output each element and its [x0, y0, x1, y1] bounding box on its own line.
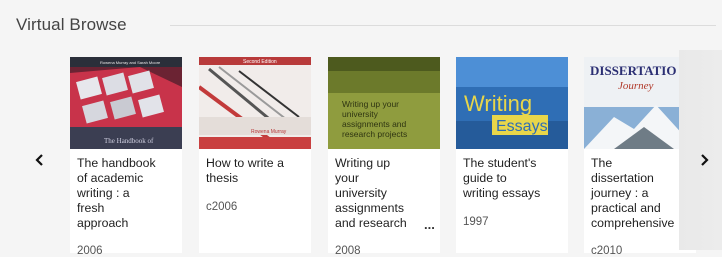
chevron-right-icon [701, 154, 709, 166]
chevron-left-icon [35, 154, 43, 166]
book-year: c2010 [591, 245, 623, 257]
more-ellipsis[interactable]: ... [424, 217, 435, 232]
svg-text:Journey: Journey [618, 80, 654, 92]
svg-text:Rowena Murray: Rowena Murray [251, 129, 287, 135]
book-cover[interactable]: Writing Essays [456, 57, 568, 149]
book-card[interactable]: Writing up your university assignments a… [328, 57, 440, 257]
svg-text:university: university [342, 109, 379, 119]
svg-text:DISSERTATIO: DISSERTATIO [590, 63, 676, 78]
book-title[interactable]: Writing up your university assignments a… [335, 156, 438, 231]
svg-text:Rowena Murray and Sarah Moore: Rowena Murray and Sarah Moore [100, 60, 161, 65]
svg-text:Second Edition: Second Edition [243, 59, 277, 65]
book-title[interactable]: The student's guide to writing essays [463, 156, 566, 201]
book-year: 1997 [463, 216, 489, 228]
section-title: Virtual Browse [16, 15, 127, 34]
header-divider [170, 25, 716, 26]
book-year: 2006 [77, 245, 103, 257]
book-year: 2008 [335, 245, 361, 257]
svg-text:Writing: Writing [464, 91, 532, 116]
svg-text:Writing up your: Writing up your [342, 99, 399, 109]
book-cover[interactable]: Writing up your university assignments a… [328, 57, 440, 149]
book-year: c2006 [206, 201, 238, 213]
book-carousel: Rowena Murray and Sarah Moore The Handbo… [0, 50, 722, 257]
svg-text:assignments and: assignments and [342, 119, 407, 129]
book-title[interactable]: The handbook of academic writing : a fre… [77, 156, 180, 231]
svg-text:Essays: Essays [496, 118, 548, 135]
next-button[interactable] [692, 148, 716, 172]
book-card[interactable]: Second Edition Rowena Murray How to writ… [199, 57, 311, 253]
virtual-browse-header: Virtual Browse [16, 15, 716, 39]
svg-text:The Handbook of: The Handbook of [104, 137, 154, 145]
prev-button[interactable] [28, 148, 52, 172]
book-cover[interactable]: Second Edition Rowena Murray [199, 57, 311, 149]
book-title[interactable]: How to write a thesis [206, 156, 309, 186]
svg-text:research projects: research projects [342, 129, 407, 139]
book-card[interactable]: Writing Essays The student's guide to wr… [456, 57, 568, 253]
book-card[interactable]: Rowena Murray and Sarah Moore The Handbo… [70, 57, 182, 257]
book-cover[interactable]: Rowena Murray and Sarah Moore The Handbo… [70, 57, 182, 149]
